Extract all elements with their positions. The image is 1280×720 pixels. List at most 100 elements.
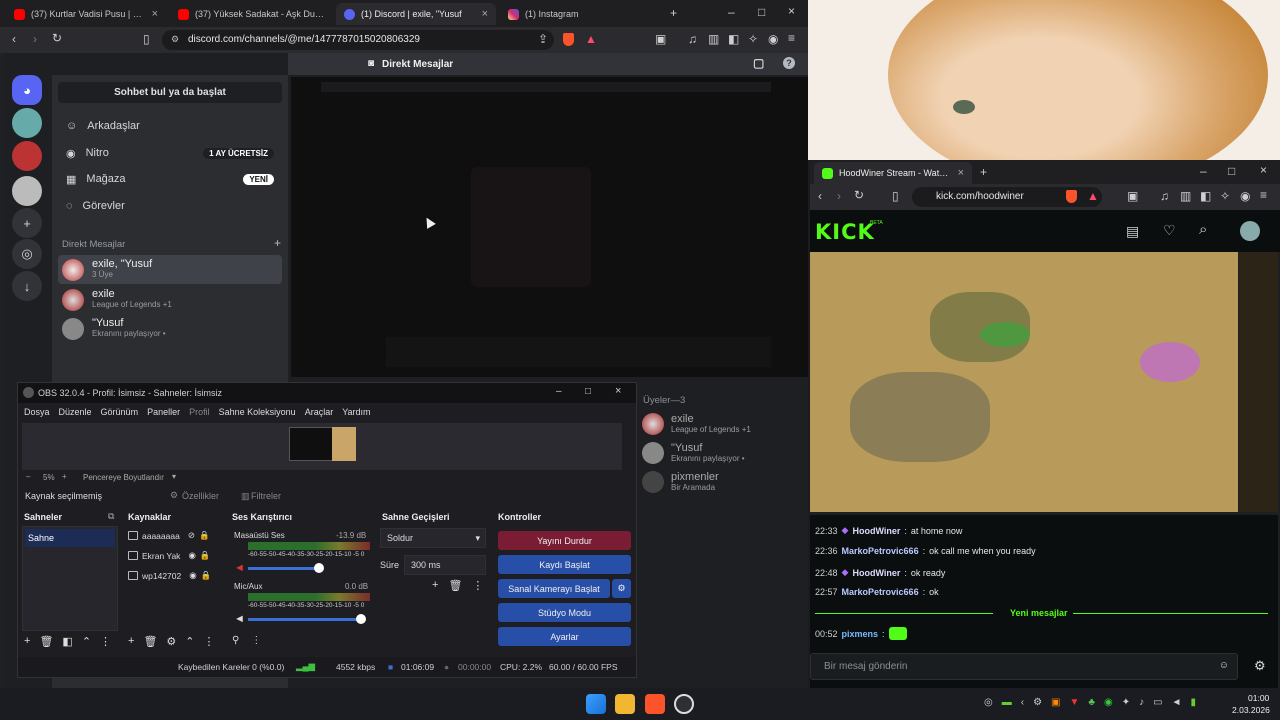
scene-item[interactable]: Sahne: [25, 529, 115, 547]
lock-icon[interactable]: 🔒: [201, 570, 212, 581]
close-window-icon[interactable]: ×: [788, 4, 795, 18]
menu-view[interactable]: Görünüm: [101, 407, 139, 421]
site-info-icon[interactable]: ⚙: [171, 34, 179, 45]
lock-icon[interactable]: 🔒: [200, 550, 211, 561]
chat-user[interactable]: HoodWiner: [852, 568, 900, 578]
menu-edit[interactable]: Düzenle: [59, 407, 92, 421]
tab-discord[interactable]: (1) Discord | exile, "Yusuf ×: [336, 3, 496, 25]
mute-icon[interactable]: ◄: [234, 562, 245, 574]
windows-start-icon[interactable]: [586, 694, 606, 714]
share-icon[interactable]: ⇪: [538, 32, 548, 46]
trash-icon[interactable]: 🗑: [39, 635, 53, 648]
tray-app-icon[interactable]: ✦: [1122, 697, 1130, 708]
download-icon[interactable]: ↓: [12, 271, 42, 301]
wallet-icon[interactable]: ◧: [1200, 189, 1211, 203]
dm-search[interactable]: Sohbet bul ya da başlat: [58, 82, 282, 103]
source-item[interactable]: aaaaaaaa ⊘ 🔒: [128, 530, 210, 541]
zoom-plus[interactable]: +: [62, 472, 67, 481]
new-tab-icon[interactable]: +: [670, 6, 677, 20]
vpn-icon[interactable]: ◉: [768, 32, 778, 46]
eye-off-icon[interactable]: ⊘: [188, 530, 195, 541]
menu-icon[interactable]: ≡: [1260, 188, 1267, 202]
maximize-icon[interactable]: □: [1228, 164, 1235, 178]
reload-icon[interactable]: ↻: [52, 31, 62, 45]
forward-icon[interactable]: ›: [33, 32, 37, 46]
reader-icon[interactable]: ▥: [1180, 189, 1191, 203]
chat-user[interactable]: MarkoPetrovic666: [842, 587, 919, 597]
nav-shop[interactable]: ▦ Mağaza YENİ: [58, 166, 282, 192]
maximize-icon[interactable]: □: [585, 386, 591, 397]
new-group-icon[interactable]: ▢: [753, 56, 764, 70]
more-icon[interactable]: ⋮: [472, 579, 483, 592]
network-icon[interactable]: ▭: [1153, 697, 1162, 708]
studio-mode-button[interactable]: Stüdyo Modu: [498, 603, 631, 622]
zoom-minus[interactable]: –: [26, 472, 30, 481]
tray-app-icon[interactable]: ▣: [1051, 697, 1060, 708]
stream-player[interactable]: [810, 252, 1238, 512]
tab-instagram[interactable]: (1) Instagram: [500, 3, 660, 25]
file-explorer-icon[interactable]: [615, 694, 635, 714]
tray-app-icon[interactable]: ♣: [1088, 697, 1095, 708]
nav-friends[interactable]: ☺ Arkadaşlar: [58, 113, 282, 139]
settings-button[interactable]: Ayarlar: [498, 627, 631, 646]
tab-youtube-1[interactable]: (37) Kurtlar Vadisi Pusu | 187. Bölüm ×: [6, 3, 166, 25]
eye-icon[interactable]: ◉: [189, 570, 196, 581]
properties-button[interactable]: Özellikler: [182, 491, 219, 501]
more-icon[interactable]: ⋮: [251, 635, 261, 646]
sidebar-icon[interactable]: ▣: [655, 32, 666, 46]
dm-group[interactable]: exile, "Yusuf 3 Üye: [58, 255, 282, 284]
dm-yusuf[interactable]: "Yusuf Ekranını paylaşıyor •: [58, 314, 282, 343]
add-icon[interactable]: +: [24, 635, 30, 648]
explore-icon[interactable]: ◎: [12, 239, 42, 269]
clock-date[interactable]: 2.03.2026: [1232, 705, 1270, 715]
browse-icon[interactable]: ▤: [1126, 223, 1139, 240]
back-icon[interactable]: ‹: [12, 32, 16, 46]
chevron-down-icon[interactable]: ▾: [172, 472, 176, 481]
source-item[interactable]: wp142702 ◉ 🔒: [128, 570, 211, 581]
filter-icon[interactable]: ◧: [62, 635, 72, 648]
media-icon[interactable]: ♫: [688, 32, 697, 46]
volume-handle[interactable]: [356, 614, 366, 624]
transition-select[interactable]: Soldur ▾: [380, 528, 486, 548]
menu-help[interactable]: Yardım: [342, 407, 370, 421]
menu-profile[interactable]: Profil: [189, 407, 210, 421]
start-virtual-camera-button[interactable]: Sanal Kamerayı Başlat: [498, 579, 610, 598]
link-icon[interactable]: ⚲: [232, 635, 239, 646]
menu-file[interactable]: Dosya: [24, 407, 50, 421]
more-icon[interactable]: ⋮: [100, 635, 111, 648]
volume-slider[interactable]: [248, 618, 363, 621]
microphone-icon[interactable]: ♪: [1139, 697, 1144, 708]
volume-handle[interactable]: [314, 563, 324, 573]
duration-input[interactable]: 300 ms: [404, 555, 486, 575]
menu-icon[interactable]: ≡: [788, 31, 795, 45]
tab-youtube-2[interactable]: (37) Yüksek Sadakat - Aşk Durdu: [170, 3, 332, 25]
bookmark-icon[interactable]: ▯: [143, 32, 150, 46]
member-exile[interactable]: exile League of Legends +1: [642, 413, 751, 435]
emoji-icon[interactable]: ☺: [1219, 660, 1229, 671]
tray-app-icon[interactable]: ▬: [1002, 697, 1012, 708]
chat-user[interactable]: HoodWiner: [852, 526, 900, 536]
tray-app-icon[interactable]: ▼: [1070, 697, 1080, 708]
tray-app-icon[interactable]: ◎: [984, 697, 993, 708]
filter-icon[interactable]: ▥: [241, 491, 250, 502]
brave-rewards-icon[interactable]: ▲: [1087, 189, 1099, 203]
search-icon[interactable]: ⌕: [1199, 221, 1207, 238]
more-icon[interactable]: ⋮: [204, 635, 215, 648]
reader-icon[interactable]: ▥: [708, 32, 719, 46]
tray-app-icon[interactable]: ◉: [1104, 697, 1113, 708]
battery-icon[interactable]: ▮: [1190, 697, 1196, 708]
member-yusuf[interactable]: "Yusuf Ekranını paylaşıyor •: [642, 442, 745, 464]
clock-time[interactable]: 01:00: [1248, 693, 1269, 703]
menu-docks[interactable]: Paneller: [147, 407, 180, 421]
filters-button[interactable]: Filtreler: [251, 491, 281, 501]
gear-icon[interactable]: ⚙: [170, 490, 178, 501]
chat-user[interactable]: MarkoPetrovic666: [842, 546, 919, 556]
server-avatar[interactable]: [12, 108, 42, 138]
close-window-icon[interactable]: ×: [1260, 163, 1267, 177]
menu-scene-collection[interactable]: Sahne Koleksiyonu: [219, 407, 296, 421]
dm-exile[interactable]: exile League of Legends +1: [58, 285, 282, 314]
fit-window-label[interactable]: Pencereye Boyutlandır: [83, 473, 164, 482]
volume-slider[interactable]: [248, 567, 318, 570]
add-dm-icon[interactable]: +: [274, 236, 281, 250]
minimize-icon[interactable]: –: [1200, 164, 1207, 178]
